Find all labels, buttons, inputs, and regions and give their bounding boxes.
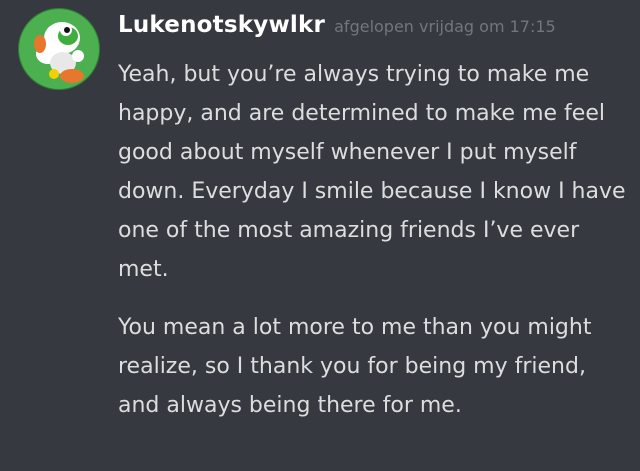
message-header: Lukenotskywlkr afgelopen vrijdag om 17:1… xyxy=(118,12,556,38)
yoshi-avatar-icon xyxy=(18,8,100,90)
message-timestamp[interactable]: afgelopen vrijdag om 17:15 xyxy=(334,17,556,36)
message-group: Lukenotskywlkr afgelopen vrijdag om 17:1… xyxy=(0,0,640,471)
chat-message-area: Lukenotskywlkr afgelopen vrijdag om 17:1… xyxy=(0,0,640,471)
message-paragraph: Yeah, but you’re always trying to make m… xyxy=(118,62,626,282)
author-name[interactable]: Lukenotskywlkr xyxy=(118,12,325,38)
message-paragraph: You mean a lot more to me than you might… xyxy=(118,315,592,418)
message-content: Yeah, but you’re always trying to make m… xyxy=(118,55,628,425)
user-avatar[interactable] xyxy=(18,8,100,90)
